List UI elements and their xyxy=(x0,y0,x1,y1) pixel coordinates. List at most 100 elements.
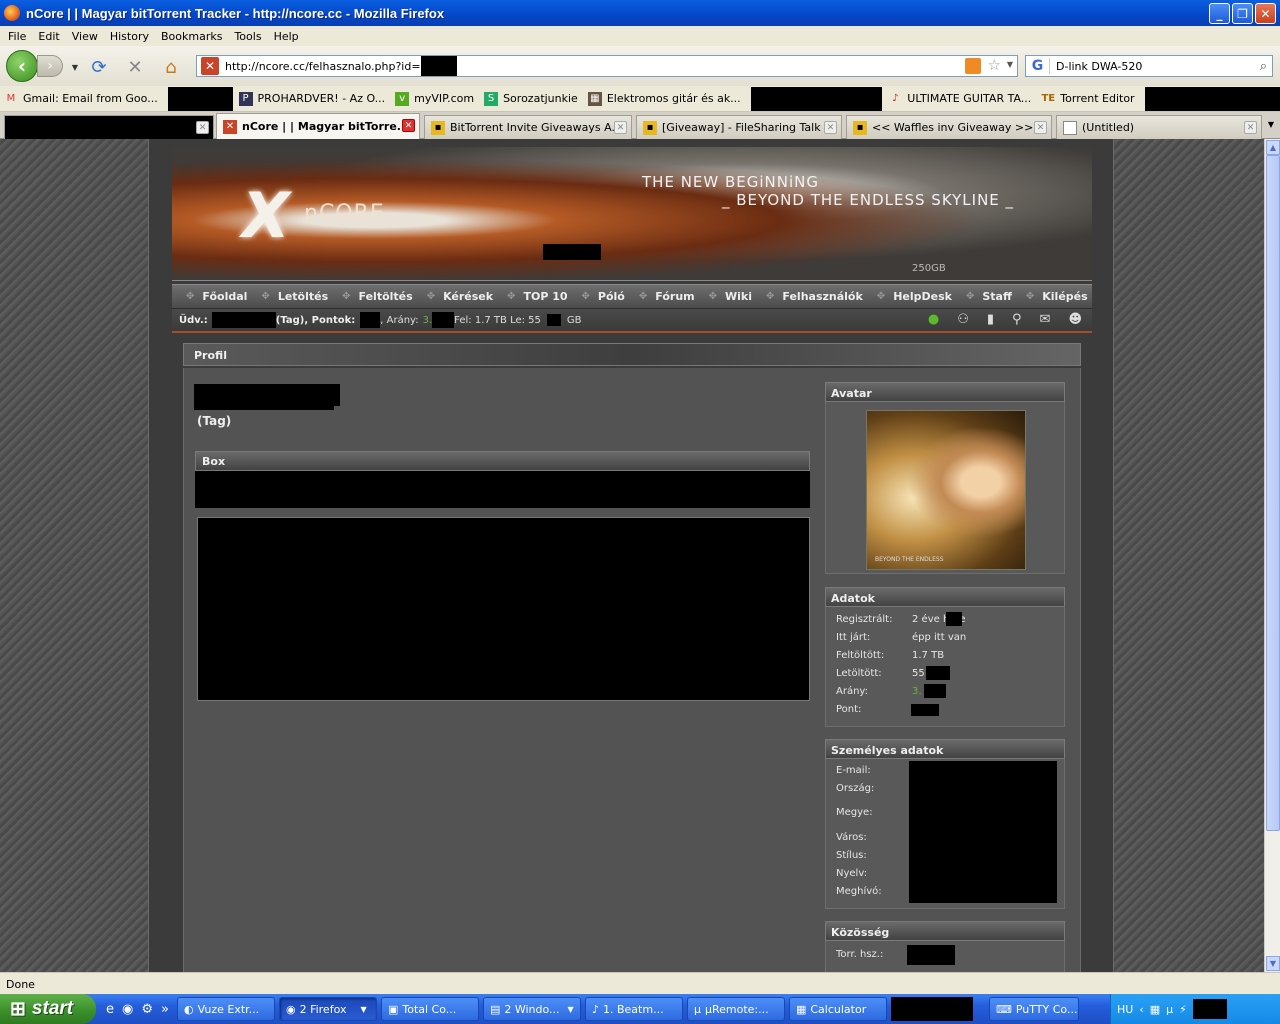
myvip-icon: v xyxy=(395,91,410,106)
menu-view[interactable]: View xyxy=(66,30,104,43)
ie-icon[interactable]: e xyxy=(106,1002,114,1017)
google-icon[interactable]: G xyxy=(1026,58,1050,74)
task-calculator[interactable]: ▦ Calculator xyxy=(788,997,887,1021)
tab-close-icon[interactable]: ✕ xyxy=(614,121,627,134)
search-icon[interactable]: ⌕ xyxy=(1260,59,1267,74)
tab-filesharing-talk[interactable]: ▪ [Giveaway] - FileSharing Talk ✕ xyxy=(636,115,842,139)
search-box[interactable]: G D-link DWA-520 ⌕ xyxy=(1025,55,1273,77)
bookmark-myvip[interactable]: v myVIP.com xyxy=(395,91,474,106)
menu-history[interactable]: History xyxy=(104,30,155,43)
nav-helpdesk[interactable]: HelpDesk xyxy=(893,290,952,303)
rss-icon[interactable] xyxy=(965,58,981,74)
bookmark-torrent-editor[interactable]: TE Torrent Editor xyxy=(1041,92,1134,106)
menu-edit[interactable]: Edit xyxy=(32,30,65,43)
vertical-scrollbar[interactable]: ▲ ▼ xyxy=(1264,139,1280,972)
tab-waffles-giveaway[interactable]: ▪ << Waffles inv Giveaway >> ... ✕ xyxy=(846,115,1052,139)
windows-logo-icon: ⊞ xyxy=(10,998,26,1020)
task-firefox[interactable]: ◉ 2 Firefox ▼ xyxy=(278,997,377,1021)
bookmark-elektromos-gitar[interactable]: ▦ Elektromos gitár és ak... xyxy=(587,91,741,106)
task-total-commander[interactable]: ▣ Total Co... xyxy=(380,997,479,1021)
putty-icon: ⌨ xyxy=(995,1002,1012,1016)
search-input[interactable]: D-link DWA-520 xyxy=(1050,60,1260,73)
tab-close-icon[interactable]: ✕ xyxy=(824,121,837,134)
menu-tools[interactable]: Tools xyxy=(228,30,267,43)
bookmark-ultimate-guitar[interactable]: ♪ ULTIMATE GUITAR TA... xyxy=(888,92,1031,106)
bookmark-icon[interactable]: ▮ xyxy=(987,312,994,327)
menu-file[interactable]: File xyxy=(2,30,32,43)
bookmark-sorozatjunkie[interactable]: S Sorozatjunkie xyxy=(484,91,578,106)
personal-county: Megye: xyxy=(836,807,873,818)
chevron-right-icon[interactable]: » xyxy=(1265,92,1272,105)
language-indicator[interactable]: HU xyxy=(1117,1003,1133,1016)
menu-bookmarks[interactable]: Bookmarks xyxy=(155,30,228,43)
tray-expand-icon[interactable]: ‹ xyxy=(1139,1003,1143,1016)
minimize-button[interactable]: _ xyxy=(1209,3,1230,24)
scroll-down-icon[interactable]: ▼ xyxy=(1266,956,1280,971)
stop-icon[interactable]: ✕ xyxy=(124,56,146,78)
close-button[interactable]: ✕ xyxy=(1255,3,1276,24)
redacted-bookmark xyxy=(167,86,233,111)
home-icon[interactable]: ⌂ xyxy=(160,56,182,78)
url-dropdown-icon[interactable]: ▼ xyxy=(1007,60,1013,69)
task-uremote[interactable]: µ µRemote:... xyxy=(686,997,785,1021)
firefox-quicklaunch-icon[interactable]: ◉ xyxy=(122,1002,133,1017)
tab-close-icon[interactable]: ✕ xyxy=(1034,121,1047,134)
site-banner[interactable]: X nCORE THE NEW BEGiNNiNG _ BEYOND THE E… xyxy=(172,147,1092,281)
site-page: X nCORE THE NEW BEGiNNiNG _ BEYOND THE E… xyxy=(148,139,1114,972)
tab-close-icon[interactable]: ✕ xyxy=(402,119,415,132)
restore-button[interactable]: ❐ xyxy=(1232,3,1253,24)
redacted-box-content xyxy=(195,471,810,508)
nav-fooldal[interactable]: Főoldal xyxy=(202,290,247,303)
tab-list-icon[interactable]: ▼ xyxy=(1268,120,1274,129)
redacted-bookmark xyxy=(750,86,883,111)
users-icon[interactable]: ☻ xyxy=(1068,312,1082,327)
tray-safely-remove-icon[interactable]: ⚡ xyxy=(1179,1003,1187,1016)
forward-button[interactable]: › xyxy=(37,55,63,77)
calculator-icon: ▦ xyxy=(795,1002,807,1016)
messages-icon[interactable]: ✉ xyxy=(1040,312,1051,327)
address-bar[interactable]: ✕ http://ncore.cc/felhasznalo.php?id= ☆ … xyxy=(196,55,1018,77)
gmail-icon: M xyxy=(6,92,16,104)
nav-forum[interactable]: Fórum xyxy=(655,290,694,303)
quicklaunch-more-icon[interactable]: » xyxy=(161,1002,169,1017)
bookmark-gmail[interactable]: M Gmail: Email from Goo... xyxy=(4,92,158,106)
nav-staff[interactable]: Staff xyxy=(982,290,1012,303)
tab-redacted[interactable]: ✕ xyxy=(4,115,214,139)
tray-utorrent-icon[interactable]: µ xyxy=(1166,1003,1173,1016)
bookmark-prohardver[interactable]: P PROHARDVER! - Az O... xyxy=(238,91,385,106)
history-dropdown-icon[interactable]: ▼ xyxy=(64,56,86,78)
menu-help[interactable]: Help xyxy=(268,30,305,43)
ncore-logo-x: X xyxy=(242,179,290,252)
start-button[interactable]: ⊞ start xyxy=(0,994,96,1024)
scroll-thumb[interactable] xyxy=(1266,155,1280,831)
task-windows-explorer[interactable]: ▤ 2 Windo... ▼ xyxy=(482,997,581,1021)
nav-kilepes[interactable]: Kilépés xyxy=(1042,290,1087,303)
box-header: Box xyxy=(195,451,810,471)
task-putty[interactable]: ⌨ PuTTY Co... xyxy=(988,997,1079,1021)
nav-feltoltes[interactable]: Feltöltés xyxy=(359,290,413,303)
nav-wiki[interactable]: Wiki xyxy=(725,290,752,303)
app-quicklaunch-icon[interactable]: ⚙ xyxy=(141,1002,153,1017)
info-icon[interactable]: ● xyxy=(928,312,939,327)
back-button[interactable]: ‹ xyxy=(6,50,38,82)
nav-letoltes[interactable]: Letöltés xyxy=(278,290,328,303)
task-beatmania[interactable]: ♪ 1. Beatm... xyxy=(584,997,683,1021)
reload-icon[interactable]: ⟳ xyxy=(88,56,110,78)
nav-top10[interactable]: TOP 10 xyxy=(523,290,567,303)
star-icon[interactable]: ☆ xyxy=(988,56,1001,74)
tab-untitled[interactable]: (Untitled) ✕ xyxy=(1056,115,1262,139)
tab-close-icon[interactable]: ✕ xyxy=(196,121,209,134)
scroll-up-icon[interactable]: ▲ xyxy=(1266,140,1280,155)
task-vuze[interactable]: ◐ Vuze Extr... xyxy=(176,997,275,1021)
tab-ncore[interactable]: ✕ nCore | | Magyar bitTorre... ✕ xyxy=(216,113,420,139)
search-icon[interactable]: ⚲ xyxy=(1012,312,1022,327)
tab-close-icon[interactable]: ✕ xyxy=(1244,121,1257,134)
tray-network-icon[interactable]: ▦ xyxy=(1150,1003,1160,1016)
total-commander-icon: ▣ xyxy=(387,1002,399,1016)
nav-keresek[interactable]: Kérések xyxy=(443,290,493,303)
friends-icon[interactable]: ⚇ xyxy=(957,312,969,327)
nav-felhasznalok[interactable]: Felhasználók xyxy=(782,290,862,303)
nav-polo[interactable]: Póló xyxy=(598,290,625,303)
vuze-icon: ◐ xyxy=(183,1002,194,1016)
tab-bittorrent-invite[interactable]: ▪ BitTorrent Invite Giveaways A... ✕ xyxy=(424,115,632,139)
